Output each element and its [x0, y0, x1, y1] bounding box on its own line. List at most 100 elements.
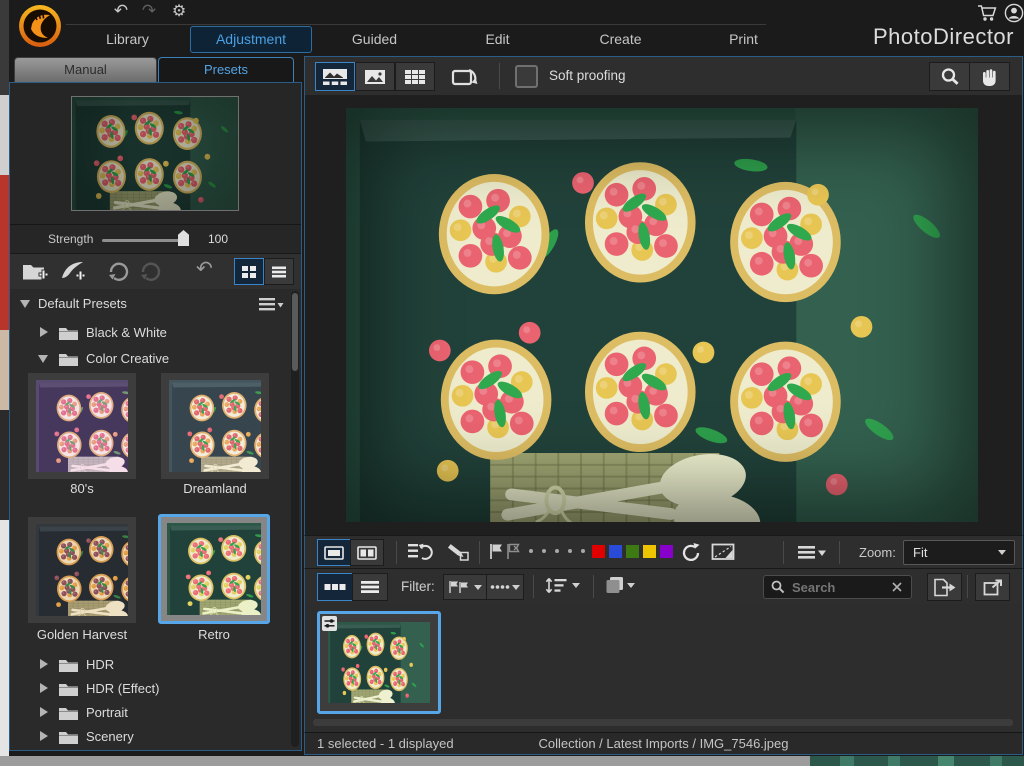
tree-row-hdr[interactable]: HDR [10, 653, 290, 677]
preset-thumbnail-80s[interactable] [28, 373, 136, 479]
color-label-swatch[interactable] [660, 545, 673, 558]
rotate-canvas-icon[interactable] [451, 65, 483, 92]
view-mode-single-button[interactable] [355, 62, 395, 91]
flag-reject-icon[interactable] [506, 543, 521, 565]
tree-scrollbar-track[interactable] [291, 291, 299, 747]
color-label-swatch[interactable] [626, 545, 639, 558]
clear-search-icon[interactable] [891, 581, 903, 593]
preset-name-golden-harvest: Golden Harvest [36, 627, 128, 642]
tree-row-default-presets[interactable]: Default Presets [10, 293, 301, 315]
tree-row-hdr-effect[interactable]: HDR (Effect) [10, 677, 290, 701]
tab-manual[interactable]: Manual [14, 57, 157, 83]
main-area: Soft proofing Zoom: Fit Filter: Search 1… [304, 56, 1023, 755]
presets-list-view-button[interactable] [264, 258, 294, 285]
filmstrip-scrollbar[interactable] [313, 719, 1013, 726]
adjusted-badge-icon [322, 616, 337, 631]
filter-by-flag-button[interactable] [443, 574, 487, 600]
separator [967, 575, 968, 598]
undo-icon[interactable]: ↶ [109, 1, 133, 23]
tab-presets[interactable]: Presets [158, 57, 294, 82]
strength-slider-track[interactable] [102, 239, 186, 242]
viewer-bottom-toolbar: Zoom: Fit [304, 535, 1023, 570]
open-in-new-window-button[interactable] [975, 573, 1010, 601]
background-image-fragment [810, 756, 1024, 766]
stack-photos-button[interactable] [605, 576, 635, 594]
folder-label: Black & White [86, 325, 167, 340]
search-input[interactable] [790, 577, 889, 597]
new-preset-folder-icon[interactable] [22, 261, 49, 287]
photodirector-window: ↶ ↷ ⚙ Library Adjustment Guided Edit Cre… [0, 0, 1024, 766]
filmstrip-thumbnail-selected[interactable] [317, 611, 441, 714]
expand-triangle-icon[interactable] [40, 731, 48, 741]
create-preset-icon[interactable] [60, 260, 86, 287]
tab-edit[interactable]: Edit [436, 25, 559, 54]
color-label-swatches[interactable] [592, 545, 673, 558]
export-photo-button[interactable] [927, 573, 962, 601]
strength-label: Strength [48, 232, 94, 246]
upload-presets-icon[interactable] [138, 261, 163, 287]
color-label-swatch[interactable] [643, 545, 656, 558]
preset-thumbnail-golden-harvest[interactable] [28, 517, 136, 623]
filter-by-label-button[interactable] [486, 574, 524, 600]
collapse-triangle-icon[interactable] [38, 355, 48, 363]
collapse-triangle-icon[interactable] [20, 300, 30, 308]
photo-main-image[interactable] [346, 108, 978, 546]
tree-root-label: Default Presets [38, 296, 127, 311]
expand-triangle-icon[interactable] [40, 707, 48, 717]
pan-hand-tool-button[interactable] [969, 62, 1010, 91]
background-fragment [0, 0, 9, 95]
presets-grid-view-button[interactable] [234, 258, 264, 285]
strength-slider-handle[interactable] [178, 230, 189, 246]
separator [396, 541, 397, 564]
redo-icon[interactable]: ↷ [137, 1, 161, 23]
rotate-right-icon[interactable] [681, 542, 702, 568]
presets-panel: Strength 100 ↶ Default Presets Black & W… [9, 82, 302, 751]
list-view-button[interactable] [352, 573, 388, 601]
zoom-tool-button[interactable] [929, 62, 970, 91]
tree-row-black-and-white[interactable]: Black & White [10, 321, 290, 345]
compare-single-view-button[interactable] [317, 539, 351, 566]
adjustment-history-icon[interactable] [407, 543, 433, 566]
tree-row-portrait[interactable]: Portrait [10, 701, 290, 725]
tab-create[interactable]: Create [559, 25, 682, 54]
top-bar: ↶ ↷ ⚙ Library Adjustment Guided Edit Cre… [9, 0, 1024, 56]
preset-thumbnail-dreamland[interactable] [161, 373, 269, 479]
preset-thumbnail-retro-selected[interactable] [158, 514, 270, 624]
viewer-menu-icon[interactable] [797, 545, 827, 565]
tab-adjustment[interactable]: Adjustment [190, 26, 312, 53]
tree-row-color-creative[interactable]: Color Creative [10, 347, 290, 371]
tab-guided[interactable]: Guided [313, 25, 436, 54]
rating-dots[interactable] [529, 549, 593, 553]
tree-row-split-toning[interactable]: Split Toning [10, 747, 290, 750]
flag-pick-icon[interactable] [489, 543, 503, 565]
expand-triangle-icon[interactable] [40, 659, 48, 669]
presets-toolbar: ↶ [10, 253, 301, 290]
tree-scrollbar-thumb[interactable] [292, 293, 298, 371]
tab-library[interactable]: Library [66, 25, 189, 54]
tree-row-scenery[interactable]: Scenery [10, 725, 290, 749]
viewer-canvas[interactable] [304, 95, 1023, 546]
filmstrip-view-button[interactable] [317, 573, 353, 601]
search-icon [771, 580, 785, 594]
reset-presets-icon[interactable]: ↶ [196, 256, 213, 281]
regional-adjustment-pen-icon[interactable] [446, 543, 470, 566]
photo-path: Collection / Latest Imports / IMG_7546.j… [538, 736, 789, 751]
color-label-swatch[interactable] [609, 545, 622, 558]
stripe [990, 756, 1002, 766]
color-label-swatch[interactable] [592, 545, 605, 558]
view-mode-grid-button[interactable] [395, 62, 435, 91]
sort-order-button[interactable] [545, 577, 580, 594]
preset-menu-icon[interactable] [258, 297, 284, 316]
crop-straighten-icon[interactable] [711, 543, 737, 567]
tab-print[interactable]: Print [682, 25, 805, 54]
search-box[interactable] [763, 575, 912, 599]
zoom-level-dropdown[interactable]: Fit [903, 540, 1015, 565]
view-mode-filmstrip-button[interactable] [315, 62, 355, 91]
compare-side-by-side-button[interactable] [350, 539, 384, 566]
expand-triangle-icon[interactable] [40, 683, 48, 693]
cyberlink-logo-icon[interactable] [17, 3, 63, 49]
download-presets-icon[interactable] [106, 261, 131, 287]
soft-proofing-checkbox[interactable] [515, 65, 538, 88]
expand-triangle-icon[interactable] [40, 327, 48, 337]
settings-gear-icon[interactable]: ⚙ [167, 1, 191, 23]
